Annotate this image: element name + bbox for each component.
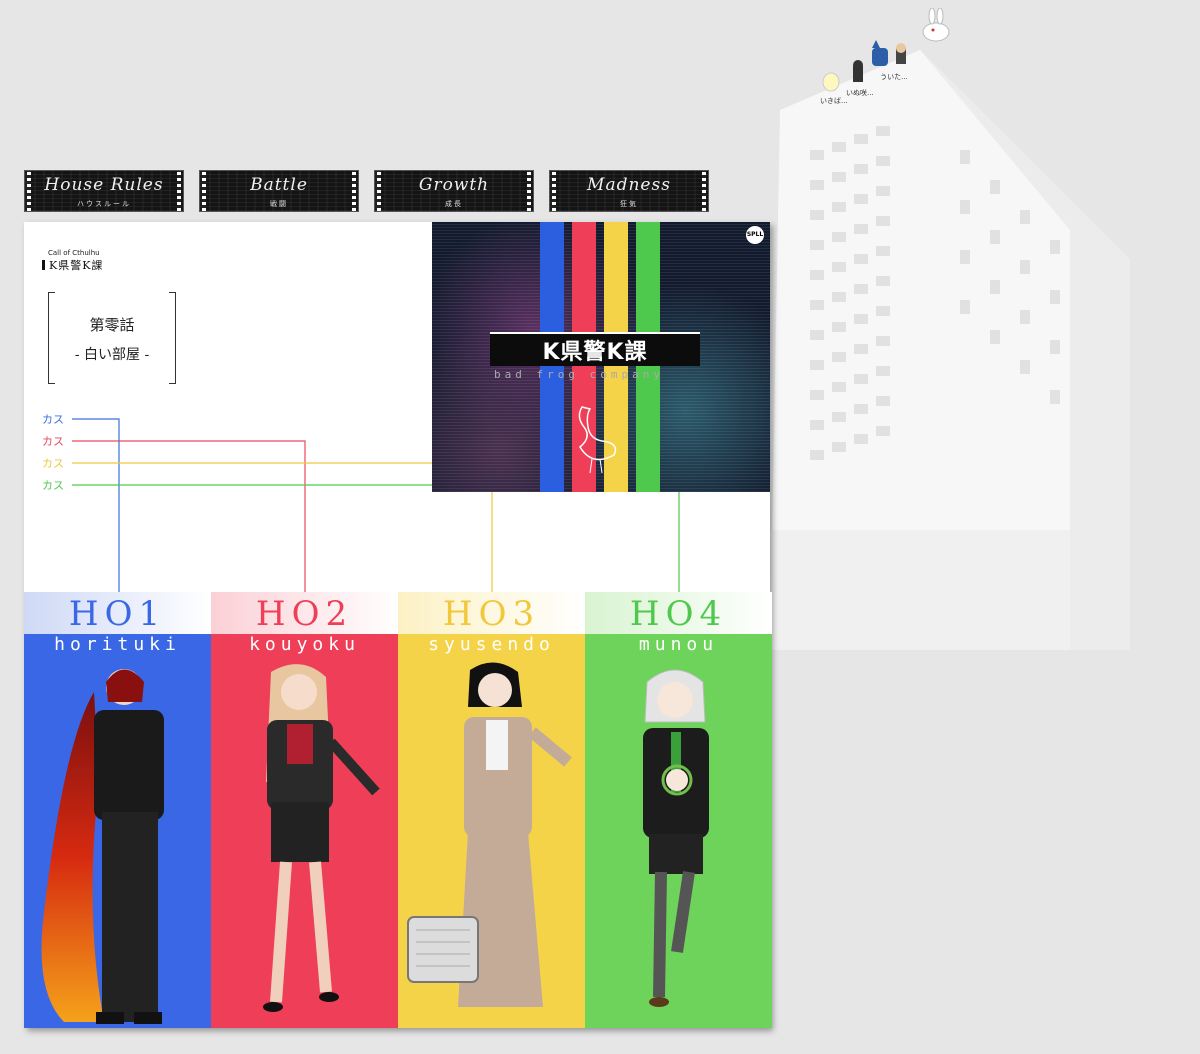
tab-label: House Rules bbox=[44, 175, 164, 195]
poster-badge: SPLL bbox=[746, 226, 764, 244]
ho-label: HO3 bbox=[442, 594, 541, 634]
tab-label: Madness bbox=[587, 175, 671, 195]
egg-icon bbox=[822, 72, 840, 92]
key-visual-poster: K県警K課 bad frog company SPLL bbox=[432, 222, 770, 492]
tab-battle[interactable]: Battle 戦闘 bbox=[199, 170, 359, 212]
ho-label: HO2 bbox=[255, 594, 354, 634]
avatar[interactable]: いぬ咲... bbox=[846, 58, 876, 98]
character-illustration bbox=[643, 669, 709, 1007]
kasu-link-1[interactable]: カス bbox=[42, 411, 64, 427]
tab-sublabel: 狂気 bbox=[620, 200, 638, 208]
main-panel: Call of Cthulhu K県警K課 第零話 - 白い部屋 - カス カス… bbox=[24, 222, 772, 1028]
tab-house-rules[interactable]: House Rules ハウスルール bbox=[24, 170, 184, 212]
kasu-link-4[interactable]: カス bbox=[42, 477, 64, 493]
character-card-ho2[interactable]: HO2 kouyoku bbox=[211, 592, 398, 1028]
kasu-link-2[interactable]: カス bbox=[42, 433, 64, 449]
tab-sublabel: ハウスルール bbox=[77, 200, 131, 208]
ho-label: HO1 bbox=[68, 594, 167, 634]
character-illustration bbox=[41, 669, 164, 1024]
swan-icon bbox=[578, 406, 617, 474]
rabbit-icon bbox=[922, 7, 950, 42]
character-card-ho1[interactable]: HO1 horituki bbox=[24, 592, 211, 1028]
character-name: kouyoku bbox=[249, 634, 360, 655]
avatar[interactable]: ういた... bbox=[870, 40, 918, 81]
character-name: syusendo bbox=[428, 634, 555, 655]
building-background bbox=[770, 50, 1130, 650]
character-name: horituki bbox=[54, 634, 181, 655]
character-illustration bbox=[263, 664, 380, 1012]
avatar-label: ういた... bbox=[880, 73, 908, 81]
character-card-ho3[interactable]: HO3 syusendo bbox=[398, 592, 585, 1028]
tab-madness[interactable]: Madness 狂気 bbox=[549, 170, 709, 212]
character-illustration bbox=[407, 662, 572, 1007]
ho-label: HO4 bbox=[629, 594, 728, 634]
character-name: munou bbox=[638, 634, 719, 655]
tab-label: Battle bbox=[250, 175, 308, 195]
avatar[interactable]: いきば... bbox=[820, 70, 850, 110]
tab-sublabel: 成長 bbox=[445, 200, 463, 208]
poster-title: K県警K課 bbox=[542, 340, 648, 365]
tab-label: Growth bbox=[418, 175, 490, 195]
tab-sublabel: 戦闘 bbox=[270, 200, 288, 208]
cat-icon bbox=[872, 40, 906, 66]
poster-subtitle: bad frog company bbox=[494, 368, 664, 381]
avatar-label: いぬ咲... bbox=[846, 89, 874, 97]
avatar-group: ういた... いぬ咲... いきば... bbox=[820, 7, 960, 105]
character-card-ho4[interactable]: HO4 munou bbox=[585, 592, 772, 1028]
avatar-label: いきば... bbox=[820, 97, 848, 105]
tab-growth[interactable]: Growth 成長 bbox=[374, 170, 534, 212]
kasu-link-3[interactable]: カス bbox=[42, 455, 64, 471]
avatar[interactable] bbox=[920, 7, 950, 42]
